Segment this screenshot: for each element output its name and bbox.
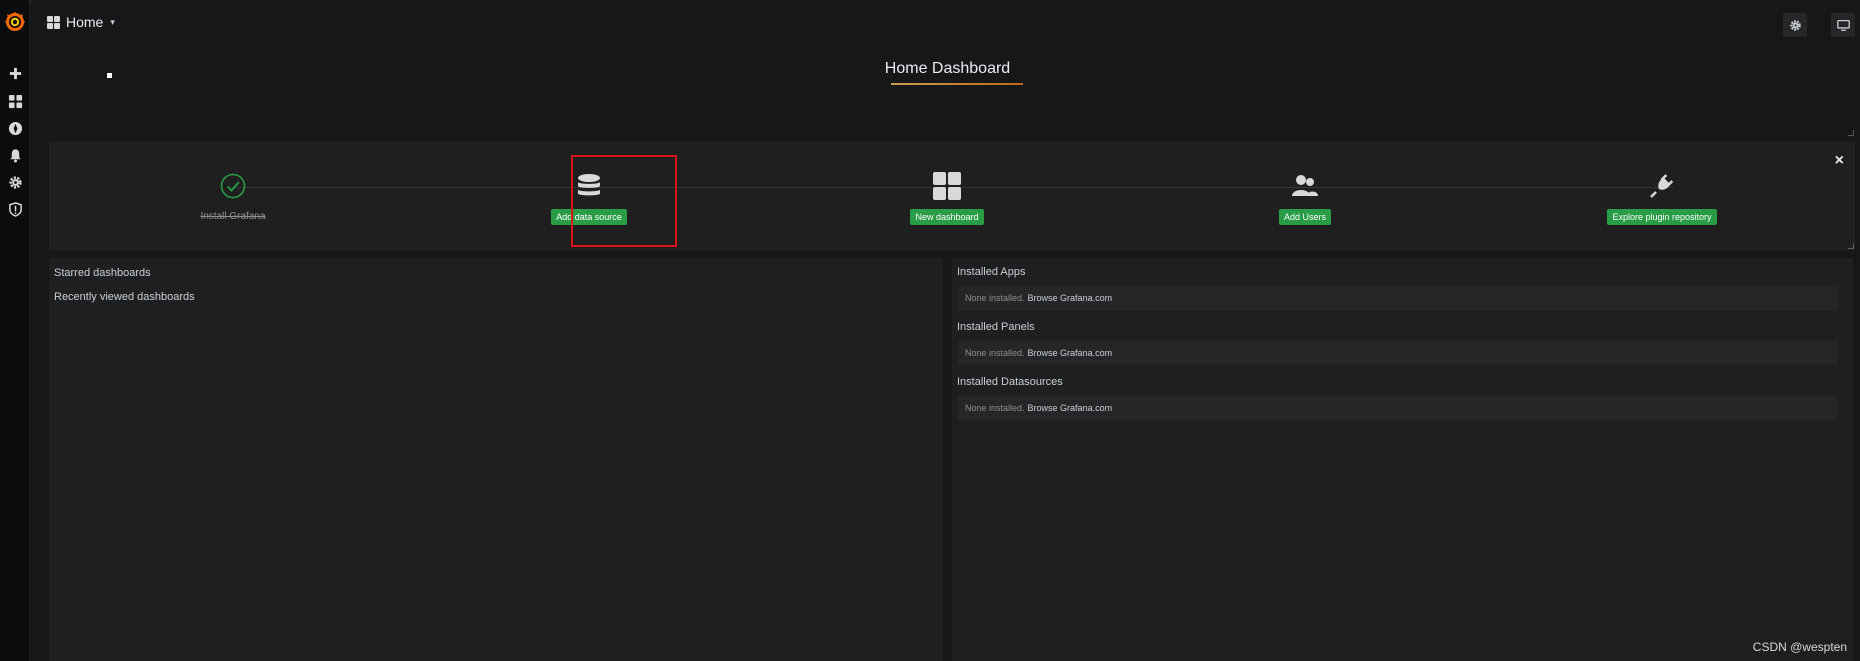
grafana-logo-icon[interactable]: [3, 10, 27, 34]
step-label: Install Grafana: [200, 211, 266, 222]
step-new-dashboard: New dashboard: [877, 171, 1017, 225]
grafana-app: Home ▾ Home Dashboard × Install Grafana …: [0, 0, 1860, 661]
none-installed-text: None installed.: [965, 348, 1025, 358]
csdn-watermark: CSDN @wespten: [1752, 640, 1847, 654]
browse-grafana-link[interactable]: Browse Grafana.com: [1028, 403, 1113, 413]
main-content: Home ▾ Home Dashboard × Install Grafana …: [31, 0, 1860, 661]
compass-icon[interactable]: [5, 118, 25, 138]
panel-resize-handle[interactable]: [1848, 130, 1854, 136]
dashboard-picker[interactable]: Home ▾: [47, 14, 115, 30]
installed-datasources-row: None installed. Browse Grafana.com: [958, 396, 1838, 420]
dashboard-list-panel: Starred dashboards Recently viewed dashb…: [49, 258, 943, 661]
title-underline: [891, 83, 1023, 85]
none-installed-text: None installed.: [965, 293, 1025, 303]
title-panel: Home Dashboard: [41, 41, 1854, 136]
gear-icon[interactable]: [5, 172, 25, 192]
add-users-button[interactable]: Add Users: [1278, 209, 1332, 225]
caret-down-icon: ▾: [110, 16, 115, 27]
installed-panels-row: None installed. Browse Grafana.com: [958, 341, 1838, 365]
view-mode-button[interactable]: [1831, 13, 1855, 37]
installed-apps-heading: Installed Apps: [957, 266, 1026, 278]
installed-panels-heading: Installed Panels: [957, 321, 1035, 333]
browse-grafana-link[interactable]: Browse Grafana.com: [1028, 293, 1113, 303]
check-circle-icon: [220, 173, 246, 199]
plug-icon: [1650, 174, 1674, 198]
dashboard-settings-button[interactable]: [1783, 13, 1807, 37]
explore-plugin-repository-button[interactable]: Explore plugin repository: [1607, 209, 1717, 225]
new-dashboard-button[interactable]: New dashboard: [910, 209, 984, 225]
installed-datasources-heading: Installed Datasources: [957, 376, 1063, 388]
installed-apps-row: None installed. Browse Grafana.com: [958, 286, 1838, 310]
gear-icon: [1789, 19, 1801, 31]
recently-viewed-heading: Recently viewed dashboards: [54, 291, 195, 303]
step-explore-plugins: Explore plugin repository: [1592, 171, 1732, 225]
shield-icon[interactable]: [5, 199, 25, 219]
dashboard-grid-icon: [933, 172, 961, 200]
step-install-grafana: Install Grafana: [163, 171, 303, 222]
plugin-list-panel: Installed Apps None installed. Browse Gr…: [952, 258, 1853, 661]
bell-icon[interactable]: [5, 145, 25, 165]
page-title: Home Dashboard: [884, 60, 1011, 77]
step-add-users: Add Users: [1235, 171, 1375, 225]
annotation-highlight-box: [571, 155, 677, 247]
dashboard-grid-icon: [47, 15, 60, 29]
getting-started-panel: × Install Grafana Add data source New da…: [49, 142, 1855, 250]
plus-icon[interactable]: [5, 63, 25, 83]
browse-grafana-link[interactable]: Browse Grafana.com: [1028, 348, 1113, 358]
close-icon[interactable]: ×: [1835, 153, 1844, 169]
top-navbar: Home ▾: [31, 3, 1860, 41]
none-installed-text: None installed.: [965, 403, 1025, 413]
sidebar: [0, 0, 30, 661]
users-icon: [1292, 175, 1318, 196]
starred-dashboards-heading: Starred dashboards: [54, 267, 151, 279]
dashboard-title: Home: [66, 14, 104, 30]
panel-resize-handle[interactable]: [1848, 243, 1854, 249]
dashboards-icon[interactable]: [5, 91, 25, 111]
monitor-icon: [1836, 19, 1850, 31]
